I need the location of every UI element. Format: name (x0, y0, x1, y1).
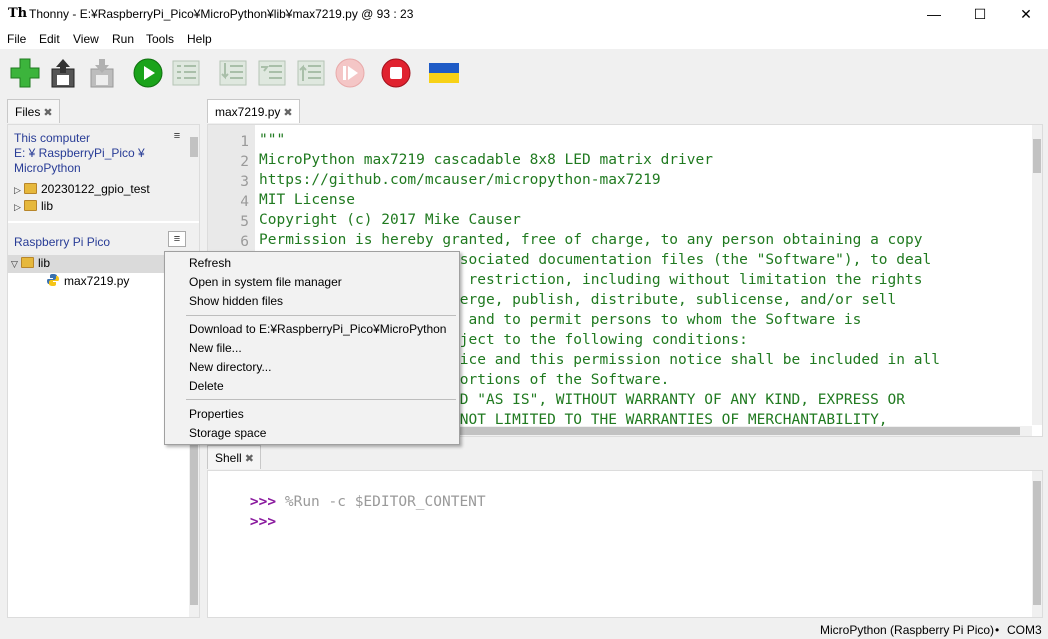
run-icon[interactable] (132, 57, 164, 89)
menu-item-new-directory[interactable]: New directory... (166, 358, 458, 377)
local-scrollbar-thumb[interactable] (190, 137, 198, 157)
menu-tools[interactable]: Tools (146, 32, 174, 46)
collapse-icon[interactable]: ▽ (11, 256, 21, 273)
code-line[interactable]: https://github.com/mcauser/micropython-m… (259, 170, 661, 190)
shell-scrollbar[interactable] (1032, 471, 1042, 617)
tab-max7219[interactable]: max7219.py ✖ (207, 99, 300, 123)
thonny-app-icon: Th (8, 6, 28, 21)
menu-item-properties[interactable]: Properties (166, 405, 458, 424)
menu-edit[interactable]: Edit (39, 32, 60, 46)
menu-separator (186, 315, 456, 316)
list-item[interactable]: ▷ 20230122_gpio_test (14, 181, 150, 199)
menu-run[interactable]: Run (112, 32, 134, 46)
shell-scrollbar-thumb[interactable] (1033, 481, 1041, 605)
list-item[interactable]: ▽ lib (8, 255, 189, 273)
tab-shell[interactable]: Shell ✖ (207, 445, 261, 469)
step-over-icon[interactable] (217, 57, 249, 89)
this-computer-label[interactable]: This computer (14, 131, 90, 146)
context-menu: Refresh Open in system file manager Show… (164, 251, 460, 445)
menu-help[interactable]: Help (187, 32, 212, 46)
menu-item-show-hidden-files[interactable]: Show hidden files (166, 292, 458, 311)
code-line[interactable]: MIT License (259, 190, 355, 210)
minimize-button[interactable]: — (911, 0, 957, 29)
menu-item-storage-space[interactable]: Storage space (166, 424, 458, 443)
line-number: 6 (240, 234, 249, 250)
shell-console[interactable]: >>> %Run -c $EDITOR_CONTENT >>> (207, 470, 1043, 618)
stop-icon[interactable] (380, 57, 412, 89)
port-status[interactable]: COM3 (1007, 623, 1042, 637)
local-menu-icon[interactable]: ≡ (168, 129, 186, 145)
code-line[interactable]: Permission is hereby granted, free of ch… (259, 230, 922, 250)
shell-command: %Run -c $EDITOR_CONTENT (276, 494, 486, 510)
menu-item-download[interactable]: Download to E:¥RaspberryPi_Pico¥MicroPyt… (166, 320, 458, 339)
status-bar: MicroPython (Raspberry Pi Pico) • COM3 (0, 620, 1048, 639)
folder-icon (24, 200, 37, 211)
debug-icon[interactable] (170, 57, 202, 89)
line-number: 1 (240, 134, 249, 150)
close-icon[interactable]: ✖ (283, 107, 292, 119)
menu-item-refresh[interactable]: Refresh (166, 254, 458, 273)
new-file-icon[interactable] (9, 57, 41, 89)
ukraine-flag-icon[interactable] (428, 57, 460, 89)
line-number: 3 (240, 174, 249, 190)
editor-vscrollbar-thumb[interactable] (1033, 139, 1041, 173)
local-path-line1[interactable]: E: ¥ RaspberryPi_Pico ¥ (14, 146, 145, 161)
line-number: 5 (240, 214, 249, 230)
line-number: 2 (240, 154, 249, 170)
menu-item-delete[interactable]: Delete (166, 377, 458, 396)
close-window-button[interactable]: ✕ (1003, 0, 1048, 29)
list-item[interactable]: ▷ lib (14, 198, 53, 216)
close-icon[interactable]: ✖ (43, 107, 52, 119)
step-into-icon[interactable] (256, 57, 288, 89)
editor-vscrollbar[interactable] (1032, 125, 1042, 425)
status-separator: • (995, 623, 1000, 637)
save-file-icon[interactable] (86, 57, 118, 89)
window-title: Thonny - E:¥RaspberryPi_Pico¥MicroPython… (29, 7, 414, 21)
menu-view[interactable]: View (73, 32, 99, 46)
python-file-icon (46, 274, 64, 288)
tab-files[interactable]: Files ✖ (7, 99, 60, 123)
local-scrollbar[interactable] (189, 125, 199, 221)
menu-bar: File Edit View Run Tools Help (0, 29, 1048, 49)
code-line[interactable]: MicroPython max7219 cascadable 8x8 LED m… (259, 150, 713, 170)
code-line[interactable]: Copyright (c) 2017 Mike Causer (259, 210, 521, 230)
device-label[interactable]: Raspberry Pi Pico (14, 235, 110, 250)
interpreter-status[interactable]: MicroPython (Raspberry Pi Pico) (820, 623, 994, 637)
expand-icon[interactable]: ▷ (14, 199, 24, 216)
toolbar (0, 49, 1048, 95)
menu-separator (186, 399, 456, 400)
shell-prompt: >>> (249, 514, 277, 530)
folder-icon (21, 257, 34, 268)
code-line[interactable]: """ (259, 130, 285, 150)
local-path-line2[interactable]: MicroPython (14, 161, 81, 176)
tab-editor-label: max7219.py (215, 105, 281, 119)
resume-icon[interactable] (334, 57, 366, 89)
open-file-icon[interactable] (47, 57, 79, 89)
folder-icon (24, 183, 37, 194)
tab-shell-label: Shell (215, 451, 242, 465)
expand-icon[interactable]: ▷ (14, 182, 24, 199)
line-number: 4 (240, 194, 249, 210)
menu-item-open-in-file-manager[interactable]: Open in system file manager (166, 273, 458, 292)
close-icon[interactable]: ✖ (245, 453, 254, 465)
list-item[interactable]: max7219.py (46, 273, 129, 291)
shell-line[interactable]: >>> (215, 492, 276, 552)
title-bar: Th Thonny - E:¥RaspberryPi_Pico¥MicroPyt… (0, 0, 1048, 29)
menu-item-new-file[interactable]: New file... (166, 339, 458, 358)
maximize-button[interactable]: ☐ (957, 0, 1003, 29)
tab-files-label: Files (15, 105, 41, 119)
menu-file[interactable]: File (7, 32, 26, 46)
device-menu-icon[interactable]: ≡ (168, 231, 186, 247)
step-out-icon[interactable] (295, 57, 327, 89)
